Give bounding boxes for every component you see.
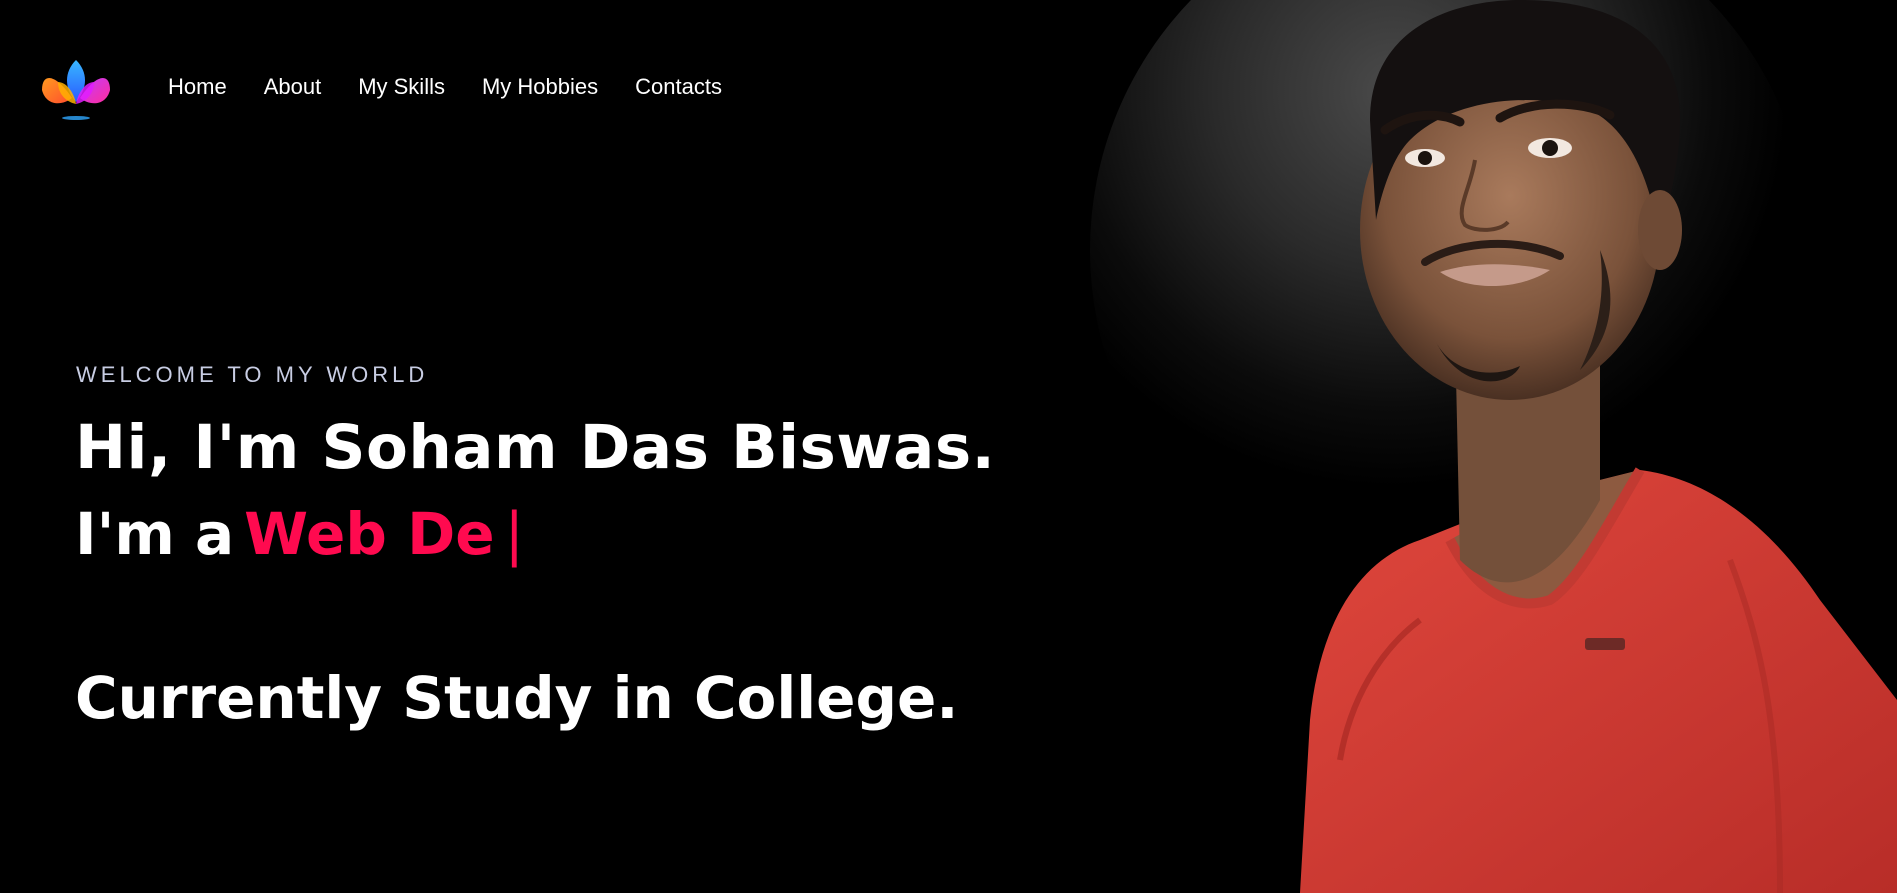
hero-headline: Hi, I'm Soham Das Biswas. [75,412,996,483]
status-text: Currently Study in College. [75,664,959,732]
portfolio-page: Home About My Skills My Hobbies Contacts… [0,0,1897,893]
nav-about-link[interactable]: About [264,74,322,100]
role-line: I'm a Web De | [75,496,524,572]
profile-photo [1080,0,1897,893]
nav-contacts-link[interactable]: Contacts [635,74,722,100]
role-prefix: I'm a [75,500,235,568]
lotus-logo-icon[interactable] [36,52,116,132]
main-nav: Home About My Skills My Hobbies Contacts [168,74,759,100]
nav-hobbies-link[interactable]: My Hobbies [482,74,598,100]
welcome-text: WELCOME TO MY WORLD [76,362,429,387]
nav-skills-link[interactable]: My Skills [358,74,445,100]
typing-cursor: | [504,500,525,568]
nav-home-link[interactable]: Home [168,74,227,100]
role-typed-text: Web De [244,500,495,568]
